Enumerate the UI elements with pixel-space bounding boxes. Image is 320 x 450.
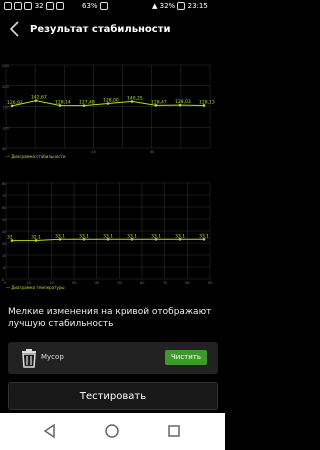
top-bar: Результат стабильности (0, 14, 225, 46)
circle-home-icon[interactable] (104, 423, 120, 439)
nfc-icon (45, 2, 54, 10)
x-tick-label: 20 (91, 150, 95, 154)
x-tick-label: 90 (208, 281, 212, 285)
app-icon-2 (14, 2, 23, 10)
data-label: 33,1 (103, 233, 113, 239)
test-button[interactable]: Тестировать (8, 382, 218, 410)
chevron-left-icon (9, 21, 19, 37)
x-tick-label: 30 (72, 281, 76, 285)
data-label: 32 (7, 235, 13, 241)
small-battery: 63% (82, 2, 108, 10)
data-label: 33,1 (79, 233, 89, 239)
stability-note: Мелкие изменения на кривой отображают лу… (8, 307, 212, 329)
legend-label: — Диаграмма температуры (6, 285, 65, 290)
trash-icon (20, 348, 38, 368)
temperature-chart-svg: 807060504030201000 10 20 30 40 50 60 70 80 9032 32… (2, 182, 212, 290)
y-tick-label: 150 (2, 106, 9, 110)
signal-icon: ▲ (152, 2, 158, 10)
app-icon (4, 2, 12, 10)
legend-label: — Диаграмма стабильности (6, 154, 66, 159)
back-button[interactable] (8, 19, 24, 41)
clock: 23:15 (187, 2, 208, 10)
data-label: 33,1 (151, 233, 161, 239)
notification-count: 32 (34, 2, 44, 10)
stability-chart-svg: 2502001501005020 40126,92142,67128,14 127,… (2, 64, 215, 159)
data-label: 33,1 (55, 233, 65, 239)
trash-label: Мусор (41, 353, 64, 361)
data-label: 128,14 (55, 99, 71, 105)
temperature-chart: 80 70 60 50 40 30 20 10 0 0 10 20 30 40 50 60 70 80 90 32 32… (0, 177, 225, 292)
x-tick-label: 60 (140, 281, 144, 285)
x-tick-label: 40 (150, 150, 154, 154)
app-icon-3 (24, 2, 33, 10)
data-label: 33,1 (175, 233, 185, 239)
stability-chart: 250 200 150 100 50 20 40 126,92 142,67 128,14 127,… (0, 60, 225, 160)
status-bar: 32 63% ▲ 32% 23:15 (0, 0, 225, 14)
data-label: 128,13 (199, 99, 215, 105)
data-label: 33,1 (199, 233, 209, 239)
x-tick-label: 80 (185, 281, 189, 285)
data-label: 128,00 (103, 98, 119, 104)
data-label: 32,1 (31, 234, 41, 240)
data-label: 128,47 (151, 99, 167, 105)
square-recent-icon[interactable] (166, 423, 182, 439)
data-label: 140,25 (127, 95, 143, 101)
data-label: 33,1 (127, 233, 137, 239)
y-tick-label: 100 (2, 126, 9, 130)
app-icon-4 (56, 2, 65, 10)
x-tick-label: 40 (95, 281, 99, 285)
main-battery-icon (177, 2, 186, 10)
clear-button[interactable]: Чистить (165, 350, 207, 365)
battery-percent: 32% (159, 2, 176, 10)
data-label: 128,03 (175, 99, 191, 105)
y-tick-label: 250 (2, 64, 9, 68)
trash-card: Мусор Чистить (8, 342, 218, 374)
data-label: 126,92 (7, 100, 23, 106)
triangle-back-icon[interactable] (42, 423, 58, 439)
battery-icon (99, 2, 108, 10)
data-label: 127,48 (79, 100, 95, 106)
navigation-bar (0, 413, 225, 450)
y-tick-label: 200 (2, 85, 9, 89)
data-label: 142,67 (31, 95, 47, 101)
notification-icons: 32 (4, 2, 65, 10)
system-status: ▲ 32% 23:15 (152, 2, 208, 10)
small-battery-percent: 63% (82, 2, 98, 10)
page-title: Результат стабильности (30, 24, 171, 35)
x-tick-label: 50 (117, 281, 121, 285)
x-tick-label: 70 (163, 281, 167, 285)
